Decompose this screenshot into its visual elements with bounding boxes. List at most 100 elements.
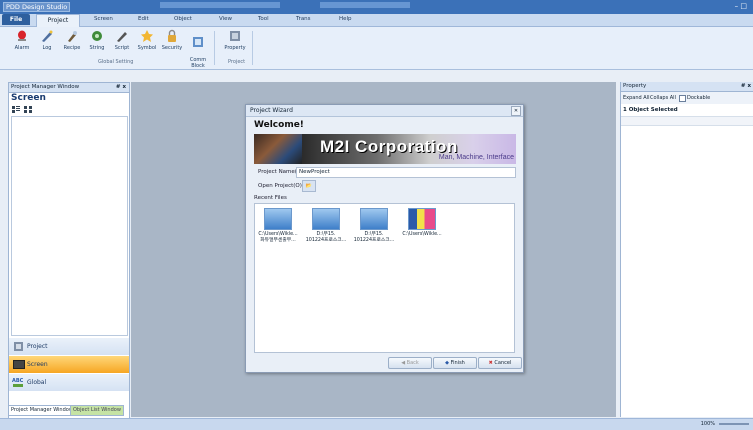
script-icon [117,32,127,42]
panel-title: Project Manager Window [11,84,80,90]
cancel-label: Cancel [494,360,512,366]
script-button[interactable]: Script [110,29,134,51]
dialog-button-bar: ◀ Back ◆ Finish ✖ Cancel [246,354,523,372]
title-decoration [320,2,410,8]
selection-count: 1 Object Selected [623,107,678,113]
tab-object-list-window[interactable]: Object List Window [70,405,124,416]
grid-view-icon[interactable] [24,106,32,113]
string-label: String [89,45,105,51]
recent-file-name: D:\부15. 101224프로스크... [353,232,395,243]
dialog-title: Project Wizard [250,107,293,114]
recipe-icon [68,31,77,42]
project-thumbnail-icon [264,208,292,230]
tab-view[interactable]: View [219,16,232,22]
alarm-icon [18,30,26,41]
property-button[interactable]: Property [223,29,247,51]
alarm-button[interactable]: Alarm [10,29,34,51]
back-label: Back [406,360,419,366]
abc-global-icon: ABC [12,378,24,387]
script-label: Script [114,45,130,51]
tab-help[interactable]: Help [339,16,352,22]
alarm-label: Alarm [14,45,30,51]
group-label-global: Global Setting [98,59,134,65]
project-thumbnail-icon [360,208,388,230]
project-wizard-dialog: Project Wizard ✕ Welcome! M2I Corporatio… [245,104,524,373]
ribbon: Alarm Log Recipe String Script Symbol Se… [0,27,753,70]
panel-title: Property [623,83,647,89]
pin-close-icons[interactable]: # x [116,84,126,90]
comm-block-button[interactable]: Comm Block [186,29,210,69]
symbol-button[interactable]: Symbol [135,29,159,51]
group-divider [252,31,253,65]
tab-project-manager-window[interactable]: Project Manager Window [8,405,76,416]
comm-block-icon [193,37,203,47]
project-name-input[interactable]: NewProject [296,167,516,178]
tab-object[interactable]: Object [174,16,192,22]
tab-trans[interactable]: Trans [296,16,311,22]
tab-project[interactable]: Project [36,14,80,27]
svg-text:ABC: ABC [12,378,24,384]
tab-screen[interactable]: Screen [94,16,113,22]
welcome-heading: Welcome! [254,120,304,130]
string-button[interactable]: String [85,29,109,51]
recent-file-item[interactable]: C:\Users\Wikle... [401,208,443,238]
log-label: Log [42,45,52,51]
recent-file-name: C:\Users\Wikle... [402,232,442,237]
banner-photo [254,134,302,164]
close-icon[interactable]: ✕ [511,106,521,116]
dockable-label: Dockable [687,95,711,101]
dockable-checkbox[interactable] [679,95,686,102]
zoom-slider[interactable] [719,423,749,425]
cancel-button[interactable]: ✖ Cancel [478,357,522,369]
nav-project[interactable]: Project [9,338,129,355]
tab-file[interactable]: File [2,14,30,25]
project-thumbnail-icon [408,208,436,230]
dialog-titlebar: Project Wizard ✕ [246,105,523,117]
company-banner: M2I Corporation Man, Machine, Interface [254,134,516,164]
recent-files-list[interactable]: C:\Users\Wikle... 화듀얼부센출부... D:\부15. 101… [254,203,515,353]
property-toolbar: Expand All Collaps All Dockable [621,92,753,104]
recent-file-item[interactable]: D:\부15. 101224프로스크... [305,208,347,244]
security-label: Security [161,45,183,51]
recent-file-item[interactable]: D:\부15. 101224프로스크... [353,208,395,244]
symbol-icon [141,30,153,42]
tab-tool[interactable]: Tool [258,16,269,22]
security-button[interactable]: Security [160,29,184,51]
group-label-project: Project [228,59,246,65]
finish-button[interactable]: ◆ Finish [433,357,477,369]
property-icon [230,31,240,41]
nav-screen[interactable]: Screen [9,356,129,373]
open-project-label: Open Project(O) : [258,183,306,189]
expand-all-button[interactable]: Expand All [623,92,650,104]
nav-screen-label: Screen [27,361,48,368]
recent-files-label: Recent Files [254,195,287,201]
list-view-icon[interactable] [12,106,20,113]
recipe-button[interactable]: Recipe [60,29,84,51]
tab-edit[interactable]: Edit [138,16,149,22]
back-button[interactable]: ◀ Back [388,357,432,369]
nav-global[interactable]: ABC Global [9,374,129,391]
property-label: Property [224,45,246,51]
screen-tree[interactable] [11,116,128,336]
banner-logo-text: M2I Corporation [320,137,458,156]
folder-open-icon[interactable]: 📂 [302,180,316,192]
property-panel: Property # x Expand All Collaps All Dock… [620,82,753,417]
recipe-label: Recipe [63,45,81,51]
recent-file-item[interactable]: C:\Users\Wikle... 화듀얼부센출부... [257,208,299,244]
window-buttons[interactable]: – □ [735,2,747,10]
status-bar: 100% [0,418,753,430]
lock-icon [168,29,176,42]
log-icon [42,30,53,42]
recent-file-name: C:\Users\Wikle... 화듀얼부센출부... [258,232,298,243]
property-grid-header[interactable] [621,116,753,126]
screen-icon [13,360,25,369]
project-manager-panel: Project Manager Window # x Screen Projec… [8,82,130,419]
project-thumbnail-icon [312,208,340,230]
panel-header: Property # x [621,82,753,92]
title-bar: PDD Design Studio – □ [0,0,753,14]
collapse-all-button[interactable]: Collaps All [650,92,676,104]
log-button[interactable]: Log [35,29,59,51]
panel-header: Project Manager Window # x [9,83,129,93]
pin-close-icons[interactable]: # x [741,82,751,91]
recent-file-name: D:\부15. 101224프로스크... [305,232,347,243]
